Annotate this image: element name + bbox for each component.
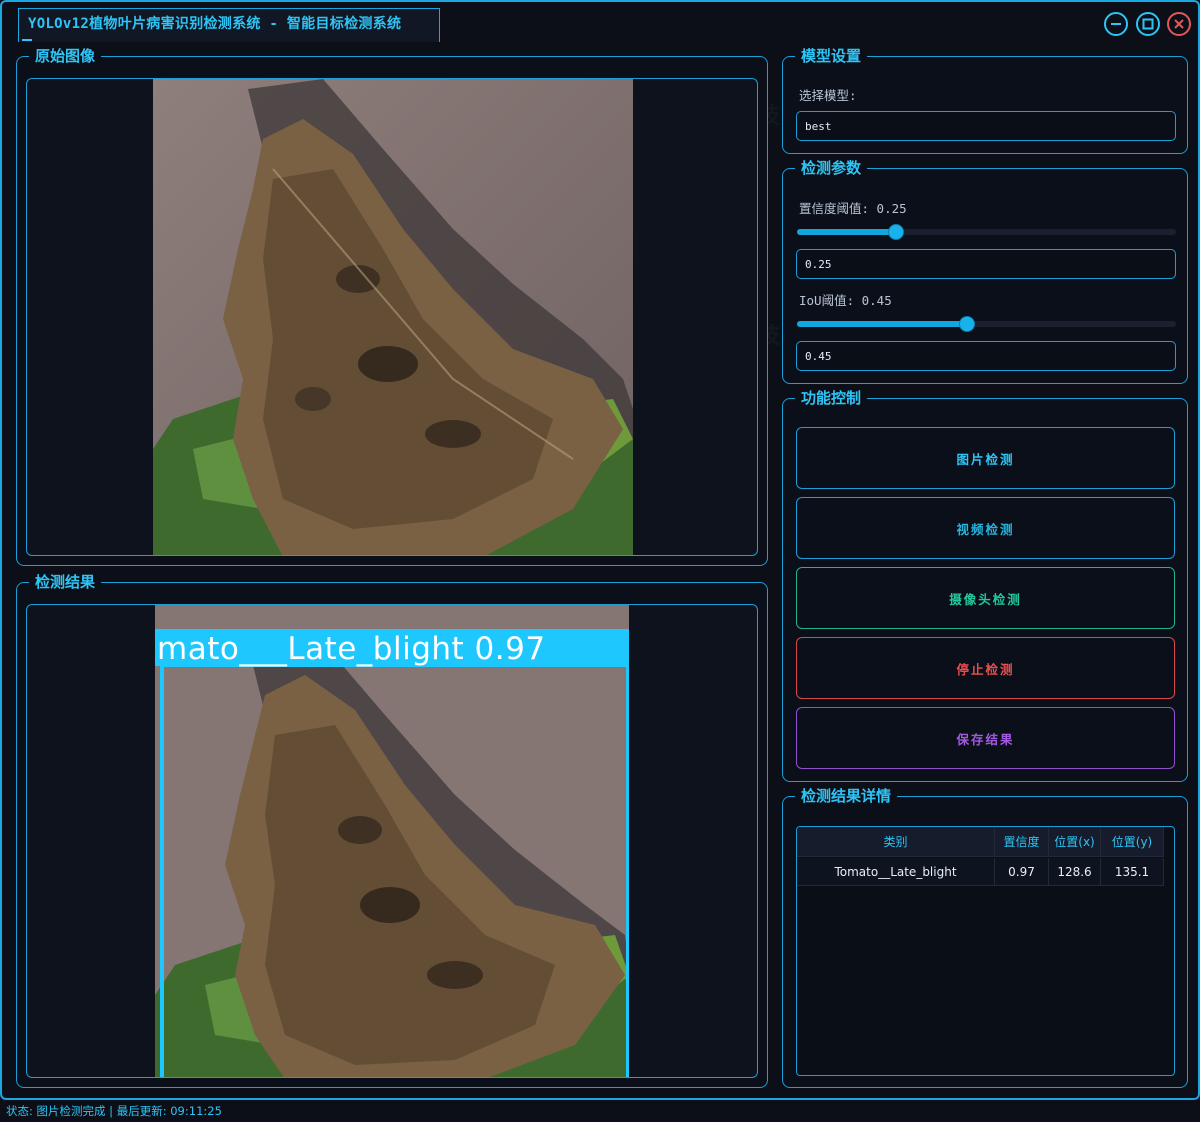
column-header[interactable]: 位置(y): [1101, 827, 1164, 857]
table-cell[interactable]: 135.1: [1101, 858, 1164, 886]
save-result-button[interactable]: 保存结果: [796, 707, 1175, 769]
table-cell[interactable]: 0.97: [995, 858, 1049, 886]
column-header[interactable]: 位置(x): [1049, 827, 1101, 857]
model-select-label: 选择模型:: [799, 88, 857, 103]
iou-slider-handle[interactable]: [959, 316, 975, 332]
status-text: 状态: 图片检测完成 | 最后更新: 09:11:25: [6, 1104, 222, 1118]
window-title: YOLOv12植物叶片病害识别检测系统 - 智能目标检测系统: [28, 16, 402, 32]
column-header[interactable]: 类别: [797, 827, 995, 857]
panel-title: 功能控制: [795, 389, 868, 407]
panel-title: 检测参数: [795, 159, 868, 177]
detection-result-panel: 检测结果 mato___Late_blight 0.97: [16, 573, 768, 1088]
close-icon: [1174, 19, 1184, 29]
confidence-slider-fill: [797, 229, 897, 235]
panel-title: 原始图像: [29, 47, 102, 65]
model-settings-panel: 模型设置 选择模型: best: [782, 47, 1188, 154]
title-bar: YOLOv12植物叶片病害识别检测系统 - 智能目标检测系统: [2, 2, 1198, 42]
panel-title: 检测结果: [29, 573, 102, 591]
confidence-input[interactable]: 0.25: [796, 249, 1176, 279]
confidence-slider-handle[interactable]: [888, 224, 904, 240]
table-cell[interactable]: Tomato__Late_blight: [797, 858, 995, 886]
result-leaf-image: [155, 605, 629, 1077]
leaf-image: [153, 79, 633, 555]
iou-slider-fill: [797, 321, 968, 327]
original-image-view: [26, 78, 758, 556]
table-cell[interactable]: 128.6: [1049, 858, 1101, 886]
panel-title: 模型设置: [795, 47, 868, 65]
column-header[interactable]: 置信度: [995, 827, 1049, 857]
minimize-icon: [1111, 23, 1121, 25]
confidence-label: 置信度阈值: 0.25: [799, 201, 907, 216]
model-select[interactable]: best: [796, 111, 1176, 141]
iou-input[interactable]: 0.45: [796, 341, 1176, 371]
panel-title: 检测结果详情: [795, 787, 898, 805]
title-accent-line: [22, 39, 32, 41]
image-detect-button[interactable]: 图片检测: [796, 427, 1175, 489]
stop-detect-button[interactable]: 停止检测: [796, 637, 1175, 699]
maximize-button[interactable]: [1136, 12, 1160, 36]
camera-detect-button[interactable]: 摄像头检测: [796, 567, 1175, 629]
original-image-panel: 原始图像: [16, 47, 768, 566]
results-table: 类别 置信度 位置(x) 位置(y) Tomato__Late_blight 0…: [796, 826, 1175, 1076]
iou-slider[interactable]: [797, 316, 1176, 332]
maximize-icon: [1142, 18, 1154, 30]
detection-label: mato___Late_blight 0.97: [157, 631, 546, 667]
confidence-slider[interactable]: [797, 224, 1176, 240]
app-window: YOLOv12植物叶片病害识别检测系统 - 智能目标检测系统 赋能科技 赋能科技…: [0, 0, 1200, 1100]
detection-params-panel: 检测参数 置信度阈值: 0.25 0.25 IoU阈值: 0.45 0.45: [782, 159, 1188, 384]
minimize-button[interactable]: [1104, 12, 1128, 36]
iou-label: IoU阈值: 0.45: [799, 293, 892, 308]
video-detect-button[interactable]: 视频检测: [796, 497, 1175, 559]
status-bar: 状态: 图片检测完成 | 最后更新: 09:11:25: [0, 1100, 1200, 1122]
result-image-view: mato___Late_blight 0.97: [26, 604, 758, 1078]
close-button[interactable]: [1167, 12, 1191, 36]
